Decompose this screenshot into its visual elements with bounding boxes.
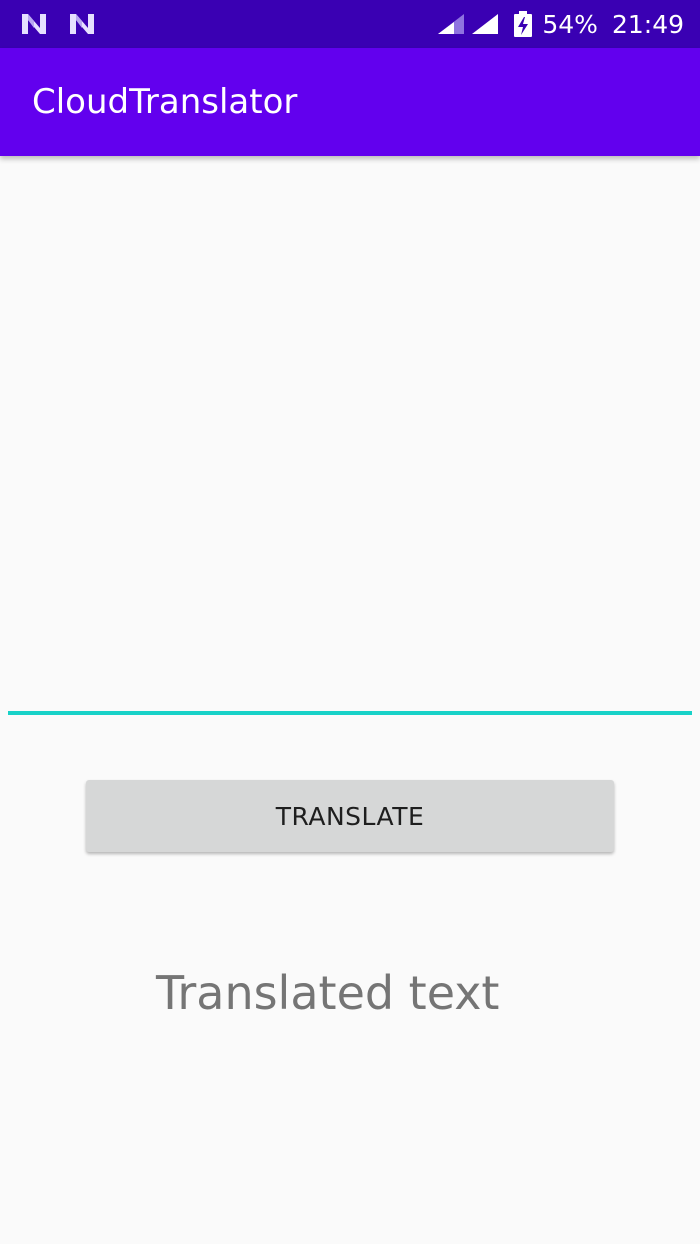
status-bar: 54% 21:49 [0, 0, 700, 48]
source-text-input[interactable] [8, 160, 692, 710]
signal-icon [438, 14, 465, 34]
battery-charging-icon [514, 11, 533, 37]
clock: 21:49 [611, 9, 684, 39]
n-notification-icon [22, 14, 46, 34]
input-area [8, 160, 692, 716]
input-underline [8, 711, 692, 715]
app-title: CloudTranslator [32, 82, 298, 122]
translated-text-output: Translated text [156, 966, 500, 1020]
n-notification-icon [70, 14, 94, 34]
app-bar: CloudTranslator [0, 48, 700, 156]
status-right-group: 54% 21:49 [436, 0, 684, 48]
translate-button[interactable]: TRANSLATE [86, 780, 614, 852]
signal-icon [472, 14, 499, 34]
battery-percentage: 54% [542, 9, 598, 39]
